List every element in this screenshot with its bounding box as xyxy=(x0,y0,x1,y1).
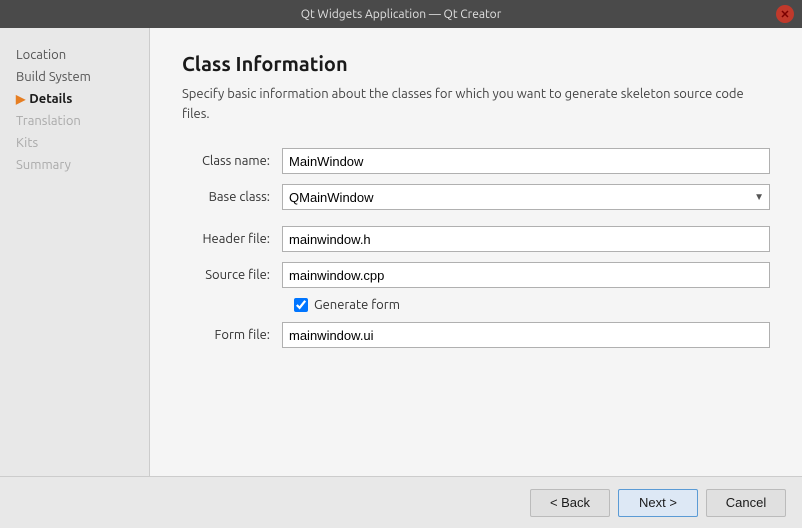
source-file-input[interactable] xyxy=(282,262,770,288)
page-title: Class Information xyxy=(182,52,770,75)
next-button[interactable]: Next > xyxy=(618,489,698,517)
sidebar-item-build-system-label: Build System xyxy=(16,70,91,84)
source-file-row: Source file: xyxy=(182,262,770,288)
footer: < Back Next > Cancel xyxy=(0,476,802,528)
generate-form-checkbox[interactable] xyxy=(294,298,308,312)
header-file-input[interactable] xyxy=(282,226,770,252)
base-class-select[interactable]: QMainWindow QDialog QWidget xyxy=(282,184,770,210)
generate-form-row: Generate form xyxy=(294,298,770,312)
close-button[interactable]: ✕ xyxy=(776,5,794,23)
sidebar-item-summary-label: Summary xyxy=(16,158,71,172)
form-file-input[interactable] xyxy=(282,322,770,348)
base-class-select-wrapper: QMainWindow QDialog QWidget ▼ xyxy=(282,184,770,210)
window-title: Qt Widgets Application — Qt Creator xyxy=(26,8,776,21)
base-class-row: Base class: QMainWindow QDialog QWidget … xyxy=(182,184,770,210)
back-button[interactable]: < Back xyxy=(530,489,610,517)
sidebar-item-location[interactable]: Location xyxy=(0,44,149,66)
form-file-row: Form file: xyxy=(182,322,770,348)
class-name-input[interactable] xyxy=(282,148,770,174)
dialog-body: Location Build System ▶ Details Translat… xyxy=(0,28,802,476)
sidebar-item-details[interactable]: ▶ Details xyxy=(0,88,149,110)
active-arrow-icon: ▶ xyxy=(16,92,25,106)
title-bar: Qt Widgets Application — Qt Creator ✕ xyxy=(0,0,802,28)
sidebar-item-summary: Summary xyxy=(0,154,149,176)
sidebar-item-details-label: Details xyxy=(29,92,72,106)
sidebar-item-kits-label: Kits xyxy=(16,136,38,150)
base-class-label: Base class: xyxy=(182,190,282,204)
class-name-row: Class name: xyxy=(182,148,770,174)
cancel-button[interactable]: Cancel xyxy=(706,489,786,517)
source-file-label: Source file: xyxy=(182,268,282,282)
sidebar-item-location-label: Location xyxy=(16,48,66,62)
generate-form-label[interactable]: Generate form xyxy=(314,298,400,312)
page-description: Specify basic information about the clas… xyxy=(182,85,770,124)
sidebar-item-translation-label: Translation xyxy=(16,114,81,128)
form-file-label: Form file: xyxy=(182,328,282,342)
dialog: Location Build System ▶ Details Translat… xyxy=(0,28,802,528)
header-file-row: Header file: xyxy=(182,226,770,252)
sidebar: Location Build System ▶ Details Translat… xyxy=(0,28,150,476)
sidebar-item-kits: Kits xyxy=(0,132,149,154)
sidebar-item-build-system[interactable]: Build System xyxy=(0,66,149,88)
class-name-label: Class name: xyxy=(182,154,282,168)
content-area: Class Information Specify basic informat… xyxy=(150,28,802,476)
sidebar-item-translation: Translation xyxy=(0,110,149,132)
header-file-label: Header file: xyxy=(182,232,282,246)
